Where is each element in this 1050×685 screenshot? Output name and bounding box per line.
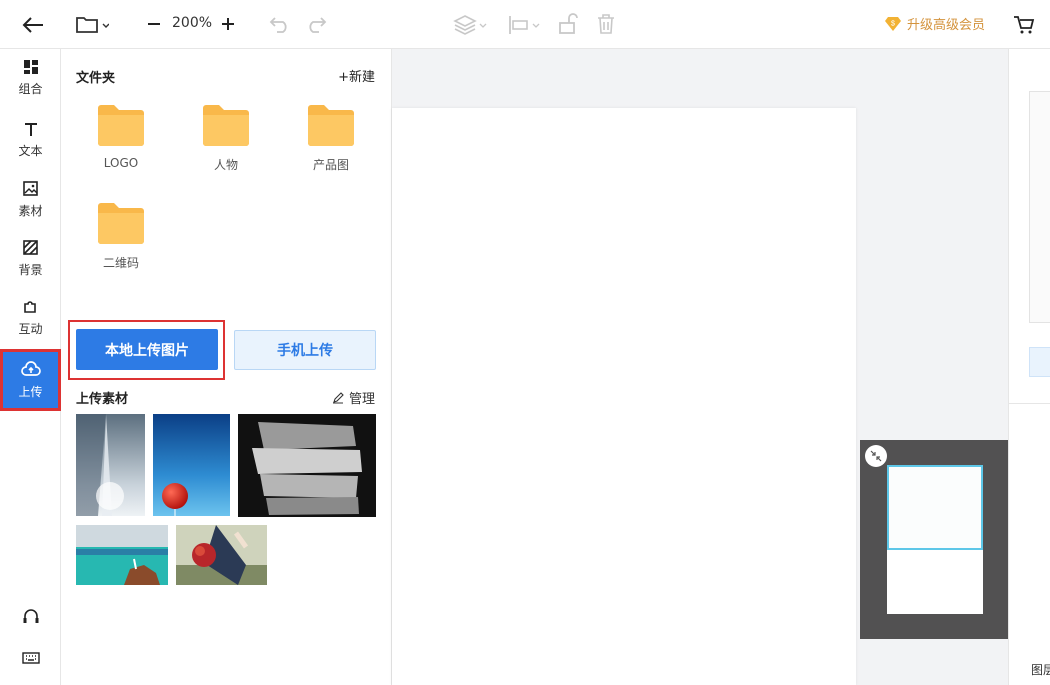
- zoom-level: 200%: [172, 15, 213, 31]
- design-canvas[interactable]: [392, 108, 856, 685]
- rail-item-upload[interactable]: 上传: [0, 349, 61, 411]
- image-icon: [23, 181, 38, 196]
- folder-label: 产品图: [312, 158, 349, 172]
- highlight-frame: 本地上传图片: [68, 320, 225, 380]
- rail-label: 上传: [18, 384, 43, 399]
- uploads-title: 上传素材: [76, 392, 129, 407]
- align-icon[interactable]: [506, 12, 542, 38]
- cart-icon[interactable]: [1012, 13, 1036, 37]
- edit-pencil-icon: [332, 391, 344, 404]
- layers-icon[interactable]: [452, 12, 488, 38]
- left-nav-rail: 组合 文本 素材 背景 互动 上传: [0, 49, 61, 685]
- svg-text:$: $: [891, 20, 895, 27]
- unlock-icon[interactable]: [557, 12, 579, 36]
- mobile-upload-button[interactable]: 手机上传: [234, 330, 376, 370]
- rail-item-interactive[interactable]: 互动: [0, 289, 61, 347]
- zoom-in-icon[interactable]: [218, 14, 238, 34]
- folder-logo[interactable]: LOGO: [81, 104, 161, 184]
- rail-label: 文本: [18, 143, 43, 158]
- rail-item-assets[interactable]: 素材: [0, 171, 61, 229]
- rail-label: 背景: [18, 263, 43, 277]
- upload-thumbnail-flowers[interactable]: [176, 525, 267, 585]
- property-card: [1029, 91, 1050, 323]
- new-folder-link[interactable]: +新建: [338, 66, 375, 85]
- folder-people[interactable]: 人物: [186, 104, 266, 184]
- minimap-viewport[interactable]: [887, 465, 983, 550]
- rail-label: 组合: [18, 81, 43, 96]
- folder-icon: [203, 105, 249, 146]
- hatch-icon: [23, 240, 38, 255]
- redo-icon[interactable]: [304, 13, 328, 35]
- keyboard-icon[interactable]: [0, 645, 61, 671]
- vip-diamond-icon: $: [884, 15, 902, 33]
- divider: [1009, 403, 1050, 404]
- rail-label: 素材: [18, 204, 43, 218]
- upload-thumbnail-balloon[interactable]: [153, 414, 230, 516]
- folder-label: 二维码: [102, 256, 139, 270]
- upload-thumbnail-beach[interactable]: [76, 525, 168, 585]
- folder-icon: [308, 105, 354, 146]
- undo-icon[interactable]: [268, 13, 292, 35]
- manage-label: 管理: [348, 392, 375, 407]
- text-icon: [24, 122, 37, 136]
- upload-thumbnail-books[interactable]: [238, 414, 376, 517]
- collapse-minimap-icon[interactable]: [865, 445, 887, 467]
- puzzle-icon: [24, 301, 36, 313]
- back-arrow-icon[interactable]: [20, 12, 46, 38]
- cloud-upload-icon: [20, 360, 41, 376]
- folder-products[interactable]: 产品图: [291, 104, 371, 184]
- local-upload-button[interactable]: 本地上传图片: [76, 329, 218, 370]
- folder-icon: [98, 105, 144, 146]
- top-toolbar: 200% $ 升级高级会员: [0, 0, 1050, 49]
- folder-menu-icon[interactable]: [74, 12, 110, 38]
- folders-title: 文件夹: [76, 71, 116, 86]
- right-properties-panel: 图层: [1008, 49, 1050, 685]
- headset-icon[interactable]: [0, 604, 61, 630]
- folder-icon: [98, 203, 144, 244]
- rail-item-combine[interactable]: 组合: [0, 49, 61, 107]
- upgrade-label: 升级高级会员: [907, 18, 986, 33]
- upload-thumbnail-building[interactable]: [76, 414, 145, 516]
- folder-label: 人物: [213, 158, 238, 172]
- upload-panel: 文件夹 +新建 LOGO 人物 产品图 二维码 本地上传图片 手机上传 上传素材…: [61, 49, 392, 685]
- upgrade-vip-link[interactable]: $ 升级高级会员: [884, 14, 985, 33]
- layers-tab[interactable]: 图层: [1031, 661, 1050, 678]
- navigator-minimap[interactable]: [860, 440, 1008, 639]
- rail-item-background[interactable]: 背景: [0, 230, 61, 288]
- rail-item-text[interactable]: 文本: [0, 111, 61, 169]
- property-button[interactable]: [1029, 347, 1050, 377]
- folder-qrcode[interactable]: 二维码: [81, 202, 161, 282]
- rail-label: 互动: [18, 322, 43, 336]
- grid-icon: [23, 59, 38, 74]
- trash-icon[interactable]: [595, 12, 617, 36]
- manage-link[interactable]: 管理: [332, 388, 375, 407]
- zoom-out-icon[interactable]: [144, 14, 164, 34]
- folder-label: LOGO: [103, 156, 139, 170]
